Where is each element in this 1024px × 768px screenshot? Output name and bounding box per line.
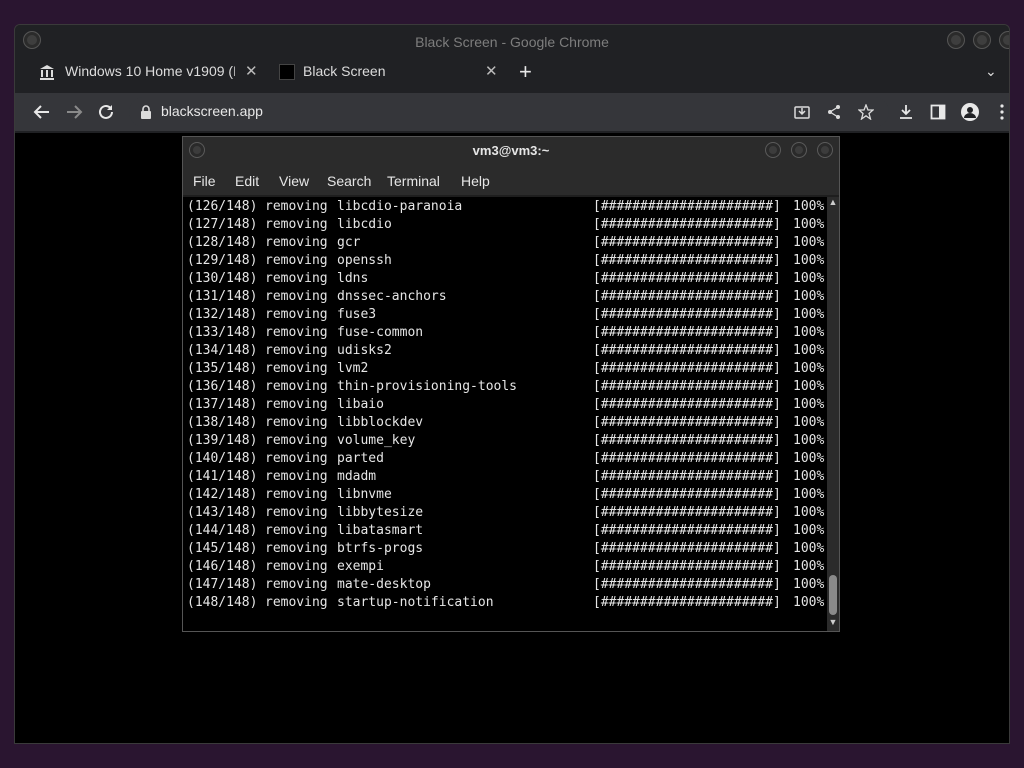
terminal-close-icon[interactable]	[817, 142, 833, 158]
close-icon[interactable]: ✕	[245, 62, 258, 80]
terminal-titlebar[interactable]: vm3@vm3:~	[183, 137, 839, 165]
minimize-icon[interactable]	[947, 31, 965, 49]
black-square-icon	[279, 64, 295, 80]
menu-terminal[interactable]: Terminal	[387, 173, 440, 189]
star-icon[interactable]	[855, 101, 877, 123]
terminal-minimize-icon[interactable]	[765, 142, 781, 158]
reload-icon[interactable]	[93, 99, 119, 125]
sidepanel-icon[interactable]	[927, 101, 949, 123]
download-icon[interactable]	[895, 101, 917, 123]
terminal-window[interactable]: vm3@vm3:~ File Edit View Search Terminal…	[182, 136, 840, 632]
install-icon[interactable]	[791, 101, 813, 123]
terminal-output[interactable]: (126/148) removing libcdio-paranoia [######…	[183, 197, 827, 631]
terminal-menubar: File Edit View Search Terminal Help	[183, 165, 839, 195]
menu-icon[interactable]	[991, 101, 1009, 123]
new-tab-button[interactable]: +	[519, 59, 532, 85]
share-icon[interactable]	[823, 101, 845, 123]
forward-icon[interactable]	[61, 99, 87, 125]
lock-icon[interactable]	[139, 104, 153, 120]
menu-view[interactable]: View	[279, 173, 309, 189]
terminal-scrollbar[interactable]: ▲ ▼	[827, 197, 839, 631]
tab-windows-10[interactable]: Windows 10 Home v1909 (Ler ✕	[31, 59, 271, 89]
tab-label: Black Screen	[303, 63, 386, 79]
terminal-title: vm3@vm3:~	[472, 143, 550, 158]
chrome-titlebar[interactable]: Black Screen - Google Chrome	[15, 25, 1009, 59]
tab-label: Windows 10 Home v1909 (Ler	[65, 63, 235, 79]
menu-help[interactable]: Help	[461, 173, 490, 189]
url-text: blackscreen.app	[161, 103, 263, 119]
scroll-up-icon[interactable]: ▲	[828, 197, 838, 207]
terminal-maximize-icon[interactable]	[791, 142, 807, 158]
menu-search[interactable]: Search	[327, 173, 371, 189]
maximize-icon[interactable]	[973, 31, 991, 49]
close-window-icon[interactable]	[999, 31, 1009, 49]
address-bar[interactable]: blackscreen.app	[129, 97, 889, 127]
window-title: Black Screen - Google Chrome	[415, 34, 609, 50]
museum-icon	[40, 65, 54, 80]
close-icon[interactable]: ✕	[485, 62, 498, 80]
browser-toolbar: blackscreen.app	[15, 93, 1009, 131]
profile-icon[interactable]	[959, 101, 981, 123]
scroll-down-icon[interactable]: ▼	[828, 617, 838, 627]
back-icon[interactable]	[29, 99, 55, 125]
menu-edit[interactable]: Edit	[235, 173, 259, 189]
tab-black-screen[interactable]: Black Screen ✕	[271, 59, 511, 89]
scroll-thumb[interactable]	[829, 575, 837, 615]
tab-strip: Windows 10 Home v1909 (Ler ✕ Black Scree…	[15, 59, 1009, 89]
tab-search-chevron-icon[interactable]: ⌄	[985, 63, 997, 80]
menu-file[interactable]: File	[193, 173, 216, 189]
